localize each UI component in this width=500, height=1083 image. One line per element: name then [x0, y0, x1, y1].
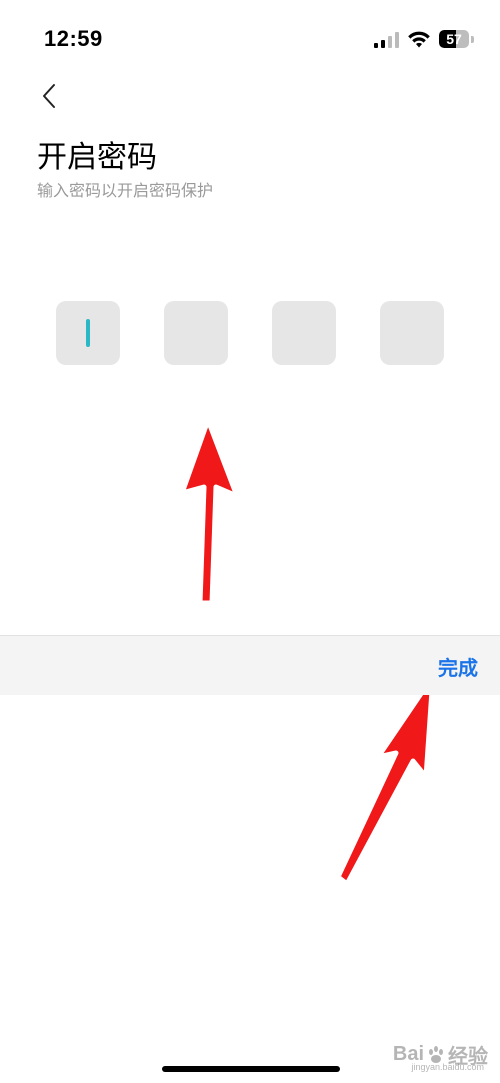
back-button[interactable] [34, 80, 64, 112]
status-time: 12:59 [44, 26, 103, 51]
pin-box[interactable] [380, 301, 444, 365]
done-button[interactable]: 完成 [438, 652, 478, 681]
status-icons: 57 [374, 28, 474, 50]
page-title: 开启密码 [37, 140, 157, 175]
text-cursor [86, 319, 90, 347]
pin-box[interactable] [164, 301, 228, 365]
home-indicator[interactable] [162, 1066, 340, 1072]
baidu-watermark: Bai 经验 jingyan.baidu.com [393, 1040, 488, 1072]
battery-cap [471, 35, 474, 43]
keyboard-toolbar: 完成 [0, 635, 500, 695]
arrow-to-done-icon [335, 673, 436, 887]
wifi-icon [408, 31, 430, 48]
chevron-left-icon [43, 84, 55, 108]
battery-level: 57 [446, 31, 462, 47]
battery-icon: 57 [439, 30, 469, 48]
signal-icon [374, 30, 399, 48]
pin-box[interactable] [272, 301, 336, 365]
watermark-site: jingyan.baidu.com [411, 1062, 484, 1072]
arrow-up-to-pin-icon [179, 417, 240, 606]
page-subtitle: 输入密码以开启密码保护 [37, 181, 214, 200]
pin-input[interactable] [56, 301, 444, 365]
status-bar: 12:59 57 [0, 0, 500, 80]
pin-box[interactable] [56, 301, 120, 365]
